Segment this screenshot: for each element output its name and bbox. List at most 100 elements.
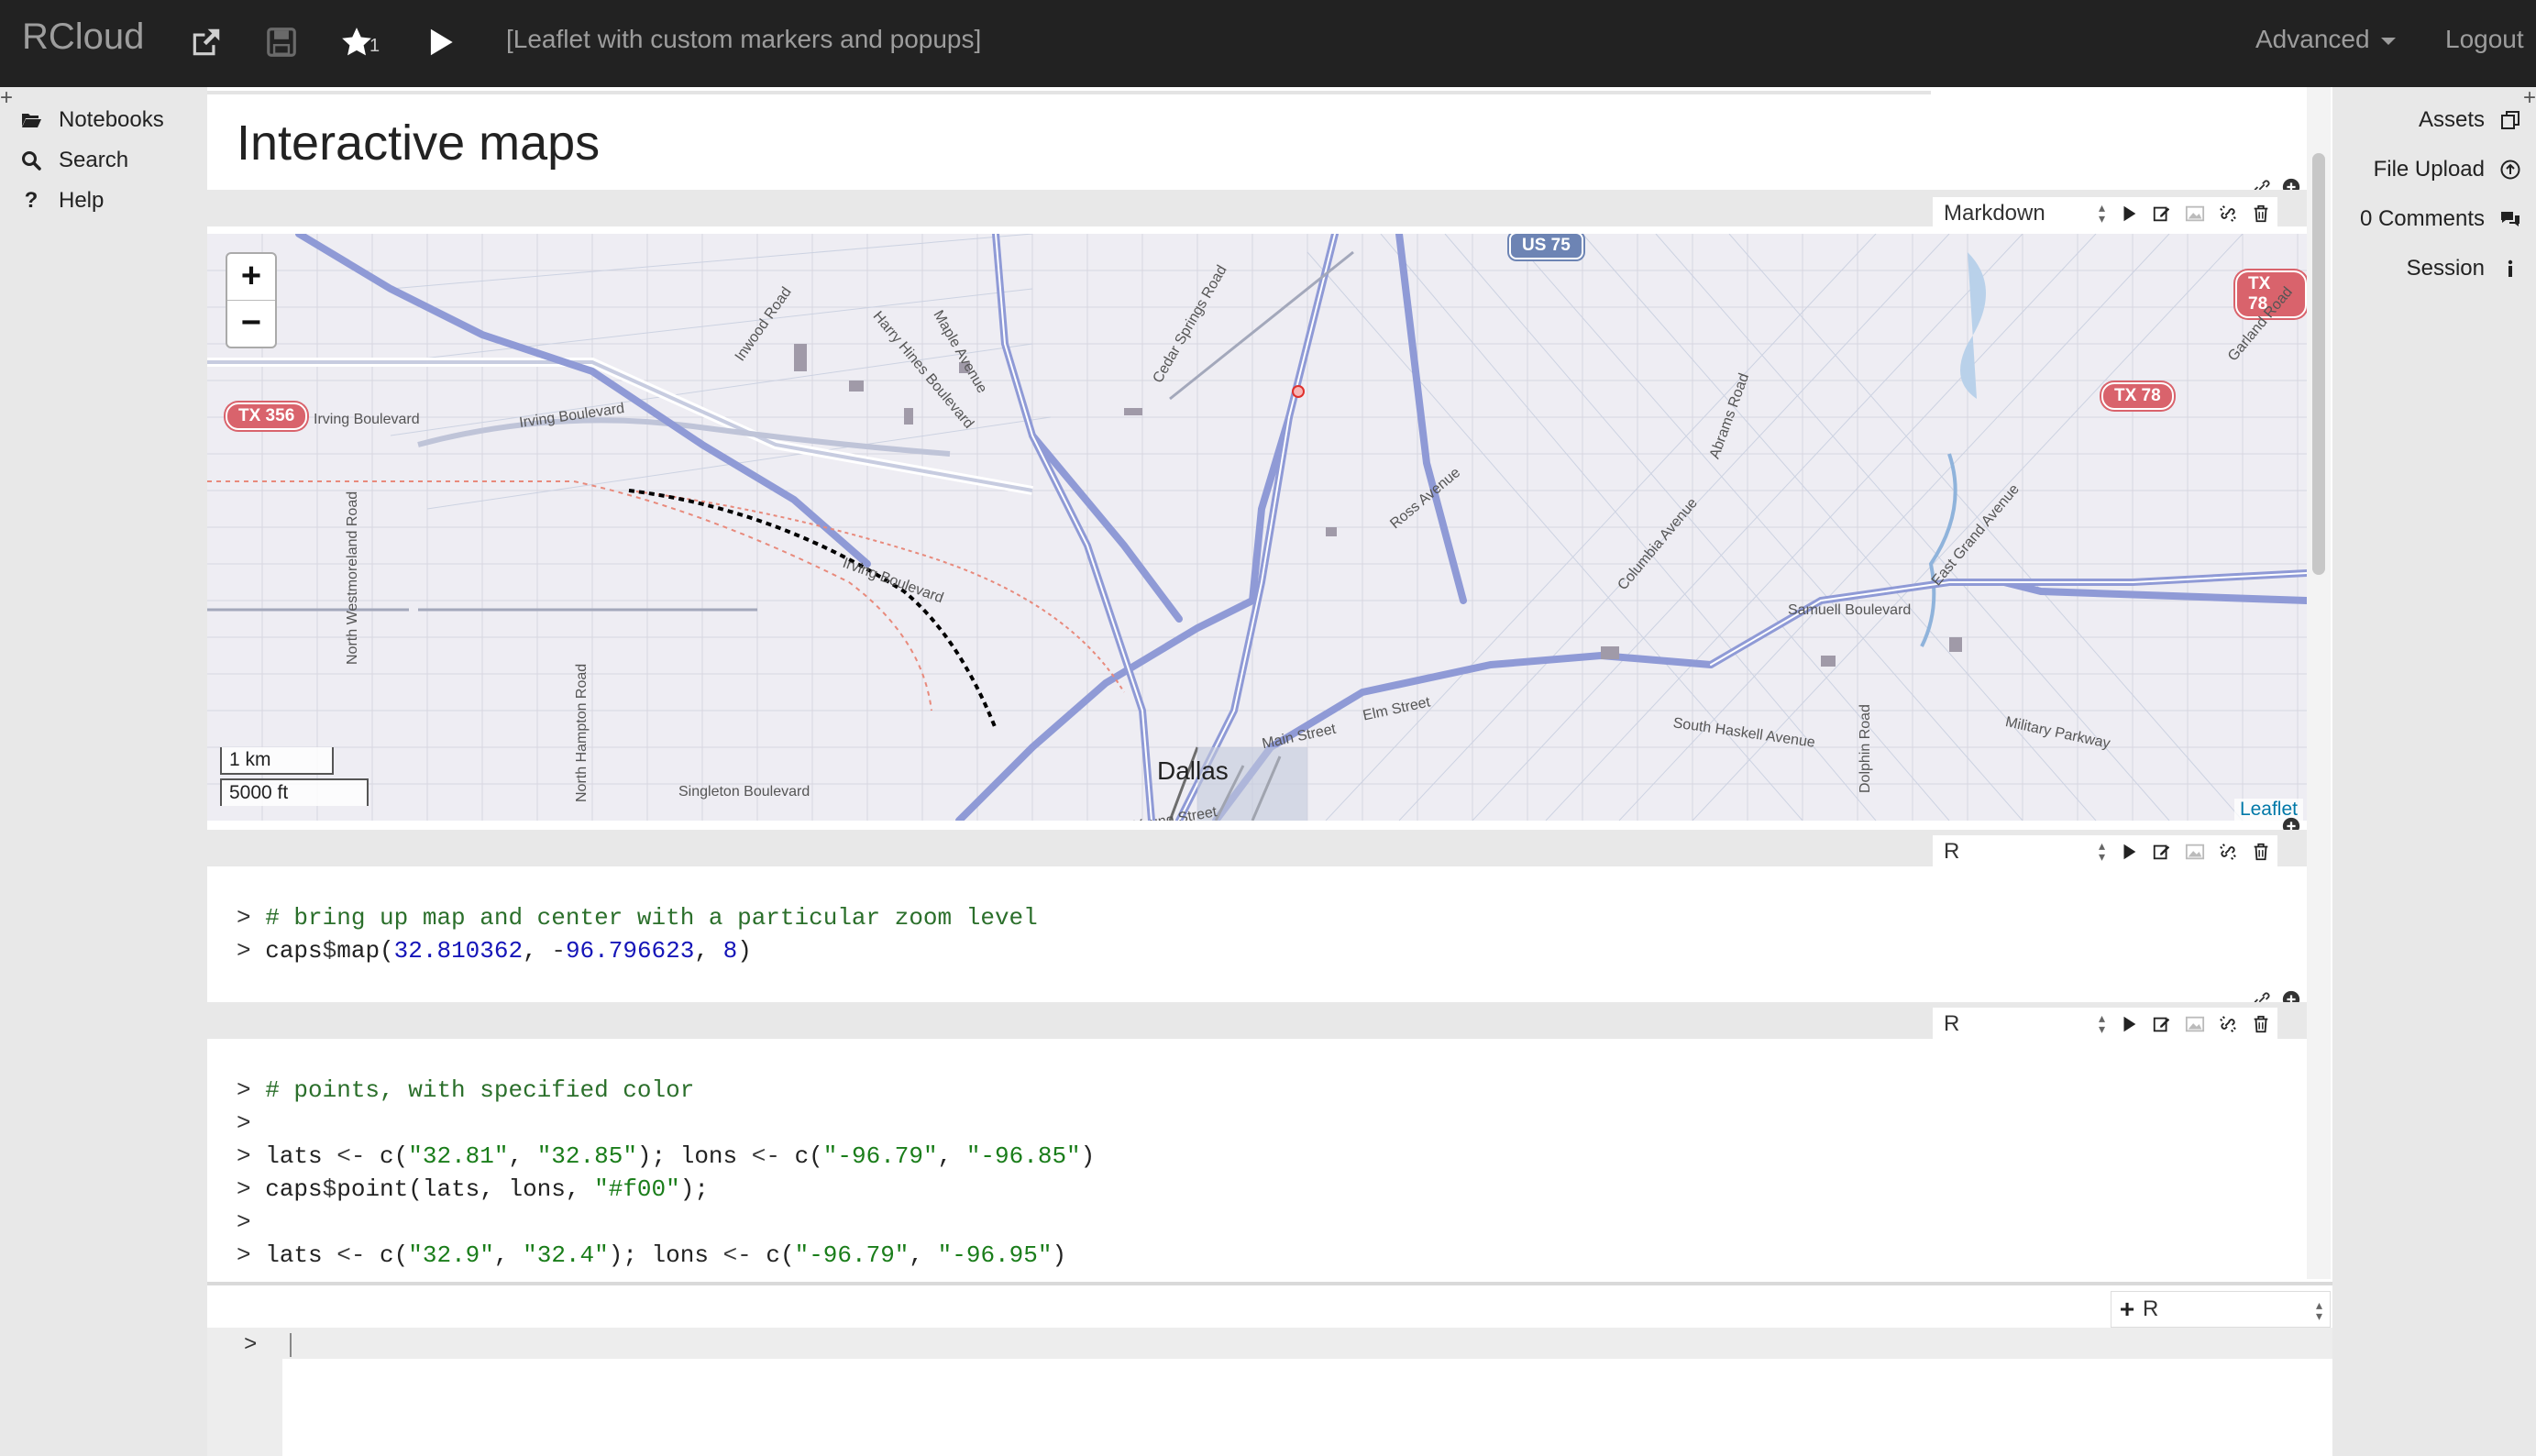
map-street-label: North Westmoreland Road [345,491,360,665]
unlink-icon [2220,1016,2236,1032]
heading-divider [207,91,1931,94]
split-cell-button[interactable] [2211,198,2244,229]
code-cell-1[interactable]: > # bring up map and center with a parti… [237,901,1038,967]
sidebar-item-label: File Upload [2373,157,2485,182]
line-prompt: > [237,1175,266,1203]
map-street-label: Singleton Boulevard [678,784,810,800]
search-icon [20,149,42,171]
run-cell-button[interactable] [2112,1009,2145,1040]
save-icon[interactable] [264,24,299,61]
upload-circle-icon [2499,159,2521,181]
highway-shield: US 75 [1509,234,1583,259]
line-prompt: > [237,1241,266,1269]
split-cell-button[interactable] [2211,836,2244,867]
run-cell-button[interactable] [2112,836,2145,867]
cell-language-select[interactable]: R ▴ ▾ [1933,1009,2112,1040]
select-arrows-icon: ▴ ▾ [2098,838,2105,864]
cell-language-value: R [1944,839,1960,864]
edit-icon [2153,1017,2170,1032]
code-line: lats <- c("32.81", "32.85"); lons <- c("… [265,1142,1096,1170]
right-sidebar: + Assets File Upload 0 Comments Session [2332,85,2536,1456]
cell-controls: Markdown ▴ ▾ [1933,197,2277,230]
copy-icon [2499,109,2521,131]
trash-icon [2254,204,2268,223]
edit-icon [2153,844,2170,860]
delete-cell-button[interactable] [2244,1009,2277,1040]
sidebar-item-search[interactable]: Search [20,142,128,179]
expand-right-icon[interactable]: + [2523,85,2536,111]
sidebar-item-help[interactable]: ? Help [20,182,105,219]
sidebar-item-assets[interactable]: Assets [2419,102,2521,138]
leaflet-map[interactable]: + − US 75 TX 78 TX 78 TX 356 Irving Boul… [207,234,2307,821]
code-line: caps$point(lats, lons, "#f00"); [265,1175,709,1203]
sidebar-item-comments[interactable]: 0 Comments [2360,201,2521,237]
edit-cell-button[interactable] [2145,198,2178,229]
left-sidebar: + Notebooks Search ? Help [0,85,207,1456]
image-button[interactable] [2178,836,2211,867]
top-navbar: RCloud 1 [Leaflet with custom markers an… [0,0,2536,87]
scale-metric: 1 km [220,747,334,775]
sidebar-item-notebooks[interactable]: Notebooks [20,102,164,138]
delete-cell-button[interactable] [2244,198,2277,229]
trash-icon [2254,1015,2268,1033]
share-icon[interactable] [189,24,224,61]
sidebar-item-session[interactable]: Session [2407,250,2521,287]
question-icon: ? [24,188,39,213]
sidebar-item-label: Help [59,188,105,213]
code-line: # bring up map and center with a particu… [265,904,1038,932]
new-cell-language-select[interactable]: + R ▴ ▾ [2111,1291,2331,1328]
line-prompt: > [237,937,266,965]
cell-controls: R ▴ ▾ [1933,835,2277,868]
caret-down-icon [2380,37,2396,45]
code-line: lats <- c("32.9", "32.4"); lons <- c("-9… [265,1241,1067,1269]
code-line: # points, with specified color [265,1076,695,1104]
sidebar-item-file-upload[interactable]: File Upload [2374,151,2521,188]
delete-cell-button[interactable] [2244,836,2277,867]
image-button[interactable] [2178,198,2211,229]
zoom-out-button[interactable]: − [227,300,275,347]
cell-controls: R ▴ ▾ [1933,1008,2277,1041]
edit-cell-button[interactable] [2145,836,2178,867]
split-cell-button[interactable] [2211,1009,2244,1040]
cell-language-select[interactable]: Markdown ▴ ▾ [1933,198,2112,229]
scrollbar-thumb[interactable] [2312,153,2325,575]
cell-language-select[interactable]: R ▴ ▾ [1933,836,2112,867]
image-button[interactable] [2178,1009,2211,1040]
unlink-icon [2220,205,2236,222]
zoom-in-button[interactable]: + [227,254,275,300]
play-icon [2123,205,2136,222]
line-prompt: > [237,1142,266,1170]
add-cell-icon[interactable]: + [2111,1295,2143,1324]
edit-icon [2153,206,2170,222]
logout-link[interactable]: Logout [2445,25,2524,54]
picture-icon [2185,844,2205,860]
map-city-label: Dallas [1157,756,1229,785]
code-cell-2[interactable]: > # points, with specified color > > lat… [237,1074,1095,1272]
play-icon [2123,844,2136,860]
map-street-label: Irving Boulevard [314,412,420,427]
run-cell-button[interactable] [2112,198,2145,229]
line-prompt: > [237,1208,266,1236]
expand-left-icon[interactable]: + [0,85,13,111]
cell-language-value: Markdown [1944,201,2045,226]
notebook-title[interactable]: [Leaflet with custom markers and popups] [506,25,981,54]
command-divider [207,1282,2332,1285]
select-arrows-icon: ▴ ▾ [2098,1010,2105,1036]
notebook-main: Interactive maps Markdown ▴ ▾ + − US 75 … [207,87,2332,1456]
cell-language-value: R [1944,1011,1960,1036]
line-prompt: > [237,1076,266,1104]
text-cursor [290,1333,292,1357]
command-input[interactable] [207,1328,2332,1359]
sidebar-item-label: 0 Comments [2359,206,2485,231]
run-all-icon[interactable] [424,24,458,61]
sidebar-item-label: Search [59,148,129,172]
select-arrows-icon: ▴ ▾ [2315,1297,2322,1323]
line-prompt: > [237,1109,266,1137]
new-cell-language-value: R [2143,1296,2159,1321]
advanced-menu[interactable]: Advanced [2255,25,2396,54]
trash-icon [2254,843,2268,861]
app-brand[interactable]: RCloud [22,17,144,58]
select-arrows-icon: ▴ ▾ [2098,200,2105,226]
picture-icon [2185,205,2205,222]
edit-cell-button[interactable] [2145,1009,2178,1040]
